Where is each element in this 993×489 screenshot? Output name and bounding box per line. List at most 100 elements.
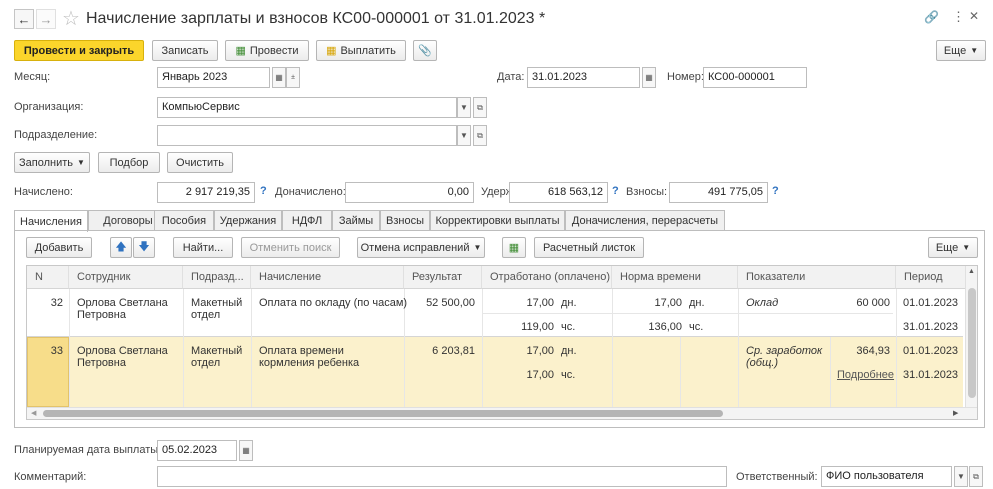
horizontal-scroll-thumb[interactable] <box>43 410 723 417</box>
tab-loans[interactable]: Займы <box>332 210 380 231</box>
column-header-n[interactable]: N <box>27 266 69 289</box>
row-result[interactable]: 52 500,00 <box>404 297 475 309</box>
planned-pay-date-label: Планируемая дата выплаты: <box>14 444 162 456</box>
pay-date-calendar-icon[interactable]: ▦ <box>239 440 253 461</box>
row-worked-hours-unit: чс. <box>561 321 576 333</box>
vertical-scroll-thumb[interactable] <box>968 288 976 398</box>
grid-more-button[interactable]: Еще ▼ <box>928 237 978 258</box>
row-norm-hours[interactable]: 136,00 <box>612 321 682 333</box>
responsible-label: Ответственный: <box>736 471 818 483</box>
payslip-button[interactable]: Расчетный листок <box>534 237 644 258</box>
save-button[interactable]: Записать <box>152 40 218 61</box>
row-period-end[interactable]: 31.01.2023 <box>903 321 958 333</box>
column-divider <box>251 289 252 407</box>
responsible-open-icon[interactable]: ⧉ <box>969 466 983 487</box>
row-accrual[interactable]: Оплата по окладу (по часам) <box>259 297 407 309</box>
organization-field[interactable]: КомпьюСервис <box>157 97 457 118</box>
move-up-button[interactable]: 🡅 <box>110 237 132 258</box>
attach-button[interactable]: 📎 <box>413 40 437 61</box>
row-norm-days[interactable]: 17,00 <box>612 297 682 309</box>
department-open-icon[interactable]: ⧉ <box>473 125 487 146</box>
responsible-dropdown-icon[interactable]: ▼ <box>954 466 968 487</box>
row-period-end[interactable]: 31.01.2023 <box>903 369 958 381</box>
post-and-close-button[interactable]: Провести и закрыть <box>14 40 144 61</box>
more-button[interactable]: Еще ▼ <box>936 40 986 61</box>
row-worked-hours[interactable]: 119,00 <box>482 321 554 333</box>
column-header-accrual[interactable]: Начисление <box>251 266 404 289</box>
row-indicator-value[interactable]: 364,93 <box>830 345 890 357</box>
scroll-up-icon[interactable]: ▲ <box>968 268 975 275</box>
clear-button[interactable]: Очистить <box>167 152 233 173</box>
menu-icon[interactable]: ⋮ <box>952 9 965 25</box>
column-header-worked[interactable]: Отработано (оплачено) <box>482 266 612 289</box>
cancel-fixes-button[interactable]: Отмена исправлений ▼ <box>357 237 485 258</box>
column-header-indicators[interactable]: Показатели <box>738 266 896 289</box>
responsible-field[interactable]: ФИО пользователя <box>821 466 952 487</box>
post-button[interactable]: ▦ Провести <box>225 40 309 61</box>
arrow-down-icon: 🡇 <box>138 241 150 253</box>
row-department[interactable]: Макетный отдел <box>191 297 249 321</box>
number-field[interactable]: КС00-000001 <box>703 67 807 88</box>
scroll-right-icon[interactable]: ▶ <box>953 409 958 417</box>
horizontal-scrollbar[interactable]: ◀ ▶ <box>27 407 977 419</box>
row-accrual[interactable]: Оплата времени кормления ребенка <box>259 345 399 369</box>
withheld-help-icon[interactable]: ? <box>612 185 619 197</box>
find-button[interactable]: Найти... <box>173 237 233 258</box>
cancel-search-button[interactable]: Отменить поиск <box>241 237 340 258</box>
close-icon[interactable]: ✕ <box>969 9 979 23</box>
month-field[interactable]: Январь 2023 <box>157 67 270 88</box>
organization-open-icon[interactable]: ⧉ <box>473 97 487 118</box>
comment-field[interactable] <box>157 466 727 487</box>
row-period-start[interactable]: 01.01.2023 <box>903 345 958 357</box>
department-label: Подразделение: <box>14 129 98 141</box>
column-header-result[interactable]: Результат <box>404 266 482 289</box>
column-header-period[interactable]: Период <box>896 266 966 289</box>
accrued-field: 2 917 219,35 <box>157 182 255 203</box>
tab-withholdings[interactable]: Удержания <box>214 210 282 231</box>
row-employee[interactable]: Орлова Светлана Петровна <box>77 345 177 369</box>
row-worked-days[interactable]: 17,00 <box>482 297 554 309</box>
row-employee[interactable]: Орлова Светлана Петровна <box>77 297 177 321</box>
column-header-department[interactable]: Подразд... <box>183 266 251 289</box>
row-period-start[interactable]: 01.01.2023 <box>903 297 958 309</box>
row-worked-days[interactable]: 17,00 <box>482 345 554 357</box>
arrow-up-icon: 🡅 <box>115 241 127 253</box>
date-label: Дата: <box>497 71 525 83</box>
fill-button[interactable]: Заполнить ▼ <box>14 152 90 173</box>
table-settings-button[interactable]: ▦ <box>502 237 526 258</box>
month-stepper[interactable]: ± <box>286 67 300 88</box>
contributions-help-icon[interactable]: ? <box>772 185 779 197</box>
planned-pay-date-field[interactable]: 05.02.2023 <box>157 440 237 461</box>
chevron-down-icon: ▼ <box>77 158 85 167</box>
move-down-button[interactable]: 🡇 <box>133 237 155 258</box>
tab-ndfl[interactable]: НДФЛ <box>282 210 332 231</box>
department-field[interactable] <box>157 125 457 146</box>
star-icon[interactable]: ☆ <box>62 6 80 31</box>
date-field[interactable]: 31.01.2023 <box>527 67 640 88</box>
pay-button[interactable]: ▦ Выплатить <box>316 40 406 61</box>
row-worked-hours[interactable]: 17,00 <box>482 369 554 381</box>
tab-contributions[interactable]: Взносы <box>380 210 430 231</box>
vertical-scrollbar[interactable]: ▲ <box>965 266 977 407</box>
row-result[interactable]: 6 203,81 <box>404 345 475 357</box>
department-dropdown-icon[interactable]: ▼ <box>457 125 471 146</box>
pick-button[interactable]: Подбор <box>98 152 160 173</box>
date-calendar-icon[interactable]: ▦ <box>642 67 656 88</box>
tab-benefits[interactable]: Пособия <box>154 210 214 231</box>
column-header-employee[interactable]: Сотрудник <box>69 266 183 289</box>
add-button[interactable]: Добавить <box>26 237 92 258</box>
accrued-help-icon[interactable]: ? <box>260 185 267 197</box>
forward-button[interactable]: → <box>36 9 56 29</box>
calendar-icon[interactable]: ▦ <box>272 67 286 88</box>
row-indicator-value[interactable]: 60 000 <box>830 297 890 309</box>
column-header-norm[interactable]: Норма времени <box>612 266 738 289</box>
tab-accruals[interactable]: Начисления <box>14 210 88 232</box>
scroll-left-icon[interactable]: ◀ <box>31 409 36 417</box>
link-icon[interactable]: 🔗 <box>924 10 939 24</box>
details-link[interactable]: Подробнее <box>837 369 894 381</box>
organization-dropdown-icon[interactable]: ▼ <box>457 97 471 118</box>
tab-recalculations[interactable]: Доначисления, перерасчеты <box>565 210 725 231</box>
tab-payment-corrections[interactable]: Корректировки выплаты <box>430 210 565 231</box>
row-department[interactable]: Макетный отдел <box>191 345 249 369</box>
back-button[interactable]: ← <box>14 9 34 29</box>
